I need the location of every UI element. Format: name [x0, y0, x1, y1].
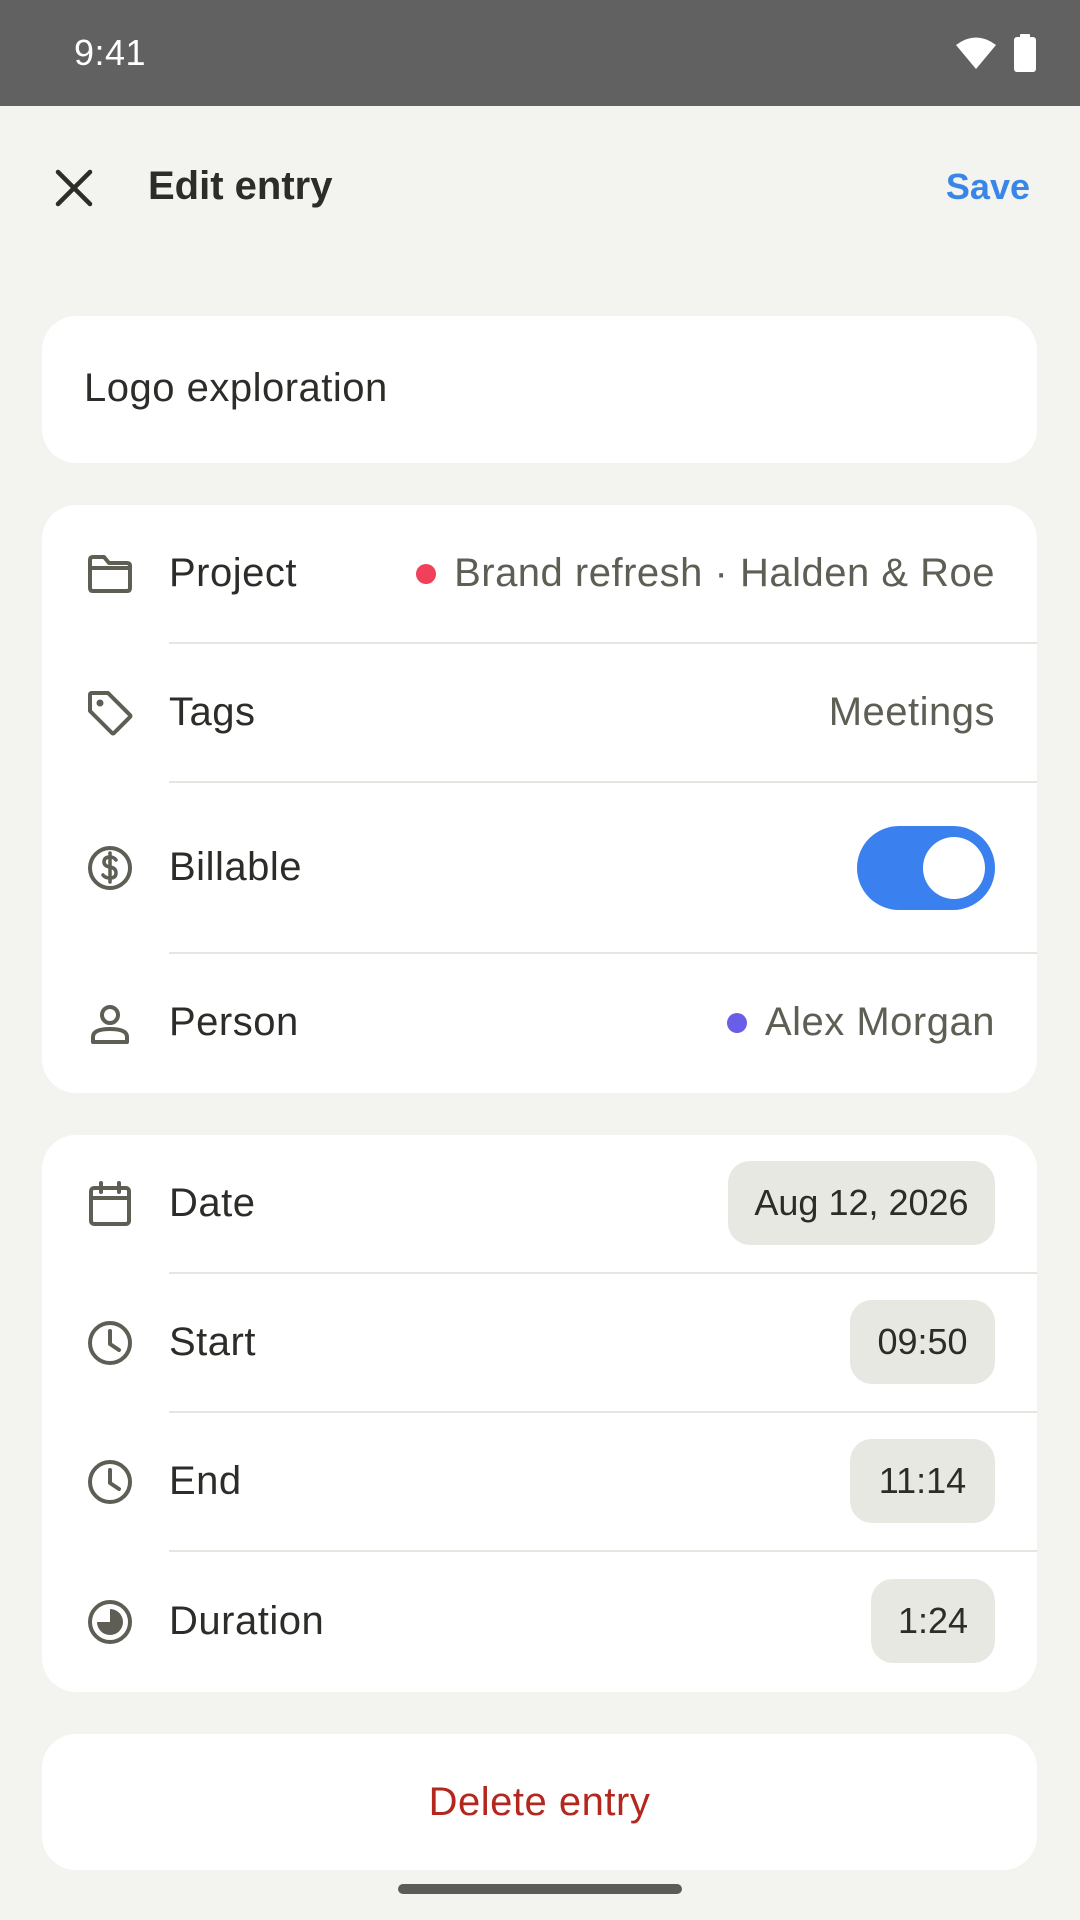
project-color-dot: [416, 563, 437, 584]
person-icon: [84, 998, 136, 1050]
start-row: Start 09:50: [42, 1274, 1037, 1412]
duration-label: Duration: [169, 1599, 325, 1643]
person-row[interactable]: Person Alex Morgan: [42, 954, 1037, 1093]
tags-value: Meetings: [828, 690, 995, 734]
description-input[interactable]: Logo exploration: [84, 366, 388, 411]
start-label: Start: [169, 1320, 256, 1364]
person-label: Person: [169, 1000, 299, 1044]
duration-row: Duration 1:24: [42, 1552, 1037, 1692]
status-time: 9:41: [74, 32, 147, 73]
date-label: Date: [169, 1181, 256, 1225]
billable-toggle[interactable]: [857, 826, 995, 910]
time-card: Date Aug 12, 2026 Start 09:50 End 11:14: [42, 1135, 1037, 1692]
date-chip[interactable]: Aug 12, 2026: [728, 1161, 995, 1245]
delete-button[interactable]: Delete entry: [42, 1734, 1037, 1870]
project-name: Brand refresh · Halden & Roe: [454, 551, 995, 595]
person-name: Alex Morgan: [764, 1000, 995, 1044]
page-title: Edit entry: [148, 164, 333, 208]
app-bar: Edit entry Save: [0, 106, 1080, 274]
close-icon: [55, 169, 93, 207]
duration-chip[interactable]: 1:24: [871, 1579, 995, 1663]
calendar-icon: [84, 1178, 136, 1230]
delete-label: Delete entry: [428, 1779, 651, 1824]
clock-icon: [84, 1317, 136, 1369]
pie-clock-icon: [84, 1596, 136, 1648]
project-row[interactable]: Project Brand refresh · Halden & Roe: [42, 505, 1037, 643]
wifi-icon: [956, 37, 996, 69]
start-chip[interactable]: 09:50: [850, 1300, 995, 1384]
save-button[interactable]: Save: [946, 166, 1030, 208]
tags-label: Tags: [169, 690, 256, 734]
date-row: Date Aug 12, 2026: [42, 1135, 1037, 1273]
status-icons: [956, 34, 1036, 72]
home-indicator[interactable]: [398, 1884, 682, 1894]
end-label: End: [169, 1459, 242, 1503]
folder-icon: [84, 548, 136, 600]
status-bar: 9:41: [0, 0, 1080, 106]
project-value: Brand refresh · Halden & Roe: [416, 551, 995, 596]
end-chip[interactable]: 11:14: [850, 1439, 995, 1523]
project-label: Project: [169, 551, 297, 595]
battery-icon: [1014, 34, 1036, 72]
toggle-knob: [923, 837, 985, 899]
billable-row: Billable: [42, 783, 1037, 953]
tags-row[interactable]: Tags Meetings: [42, 644, 1037, 782]
dollar-circle-icon: [84, 842, 136, 894]
billable-label: Billable: [169, 845, 302, 889]
person-color-dot: [726, 1012, 747, 1033]
end-row: End 11:14: [42, 1413, 1037, 1551]
description-card: Logo exploration: [42, 316, 1037, 463]
close-button[interactable]: [44, 158, 104, 218]
details-card: Project Brand refresh · Halden & Roe Tag…: [42, 505, 1037, 1093]
tag-icon: [84, 687, 136, 739]
clock-icon: [84, 1456, 136, 1508]
person-value: Alex Morgan: [726, 1000, 995, 1045]
